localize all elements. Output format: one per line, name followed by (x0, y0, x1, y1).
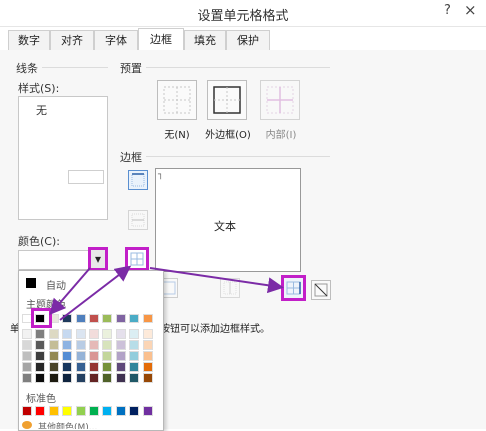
arrow-to-black (49, 267, 91, 316)
arrow-to-right-border (149, 267, 284, 294)
annotation-arrows (49, 265, 284, 321)
arrow-to-bottom-border (59, 265, 132, 321)
